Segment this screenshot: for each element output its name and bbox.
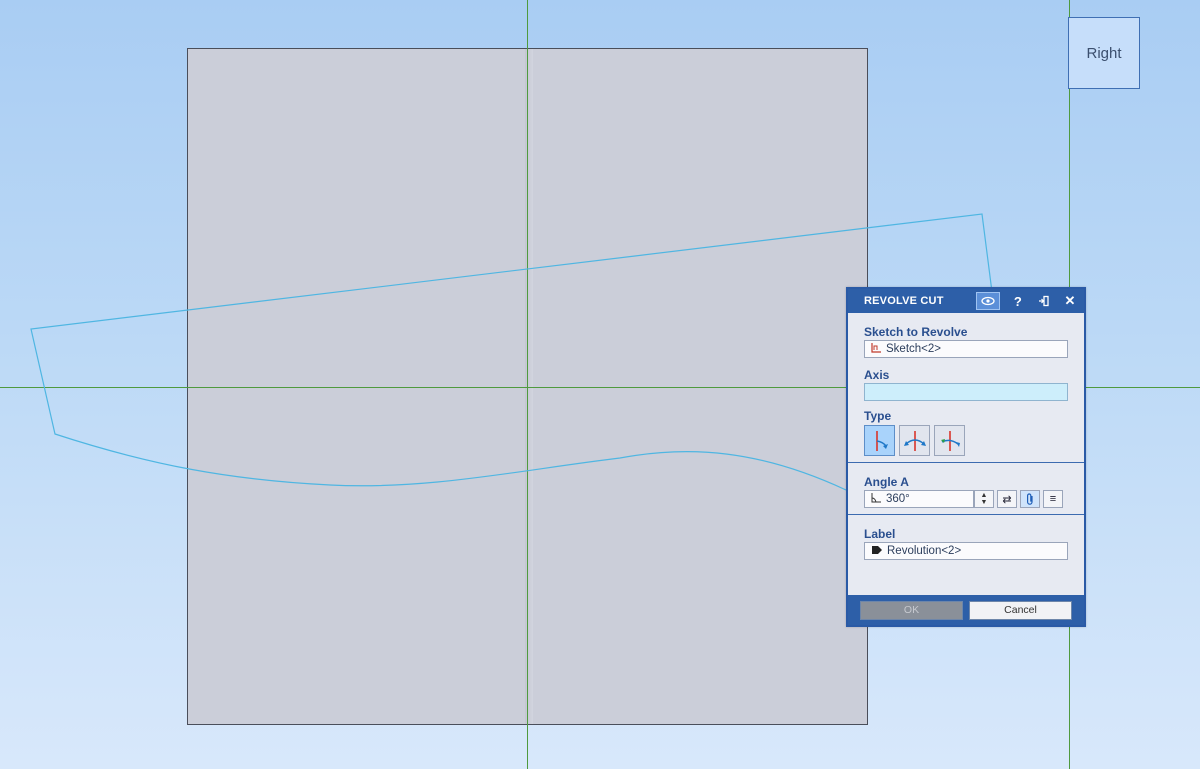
- link-paperclip-icon[interactable]: [1020, 490, 1040, 508]
- revolve-cut-dialog: REVOLVE CUT ? ✕ Sketch to Revolve Sketch…: [846, 287, 1086, 627]
- tag-icon: [871, 545, 882, 558]
- angle-label: Angle A: [864, 475, 909, 489]
- type-symmetric-button[interactable]: [934, 425, 965, 456]
- sketch-icon: [871, 342, 881, 356]
- reverse-direction-icon[interactable]: ⇄: [997, 490, 1017, 508]
- axis-label: Axis: [864, 368, 890, 382]
- angle-input[interactable]: 360°: [864, 490, 974, 508]
- sketch-section: Sketch to Revolve Sketch<2> Axis Type: [848, 313, 1084, 463]
- type-options: [864, 425, 1068, 456]
- dialog-footer: OK Cancel: [848, 595, 1084, 625]
- viewcube-label: Right: [1086, 44, 1122, 62]
- ok-button[interactable]: OK: [860, 600, 963, 620]
- preview-eye-icon[interactable]: [976, 292, 1000, 310]
- cancel-button[interactable]: Cancel: [969, 600, 1072, 620]
- angle-value: 360°: [886, 493, 910, 505]
- angle-section: Angle A 360° ▲ ▼ ⇄ ≡: [848, 463, 1084, 515]
- dialog-header: REVOLVE CUT ? ✕: [848, 289, 1084, 313]
- help-icon[interactable]: ?: [1006, 291, 1030, 311]
- label-section: Label Revolution<2>: [848, 515, 1084, 566]
- type-two-directions-button[interactable]: [899, 425, 930, 456]
- label-field[interactable]: Revolution<2>: [864, 542, 1068, 560]
- close-icon[interactable]: ✕: [1058, 291, 1082, 311]
- label-label: Label: [864, 527, 896, 541]
- type-one-direction-button[interactable]: [864, 425, 895, 456]
- viewcube-right-face[interactable]: Right: [1068, 17, 1140, 89]
- sketch-value: Sketch<2>: [886, 343, 941, 355]
- angle-spinner[interactable]: ▲ ▼: [974, 490, 994, 508]
- pin-icon[interactable]: [1032, 291, 1056, 311]
- type-label: Type: [864, 409, 892, 423]
- menu-lines-icon[interactable]: ≡: [1043, 490, 1063, 508]
- angle-row: 360° ▲ ▼ ⇄ ≡: [864, 490, 1068, 508]
- dialog-title: REVOLVE CUT: [864, 295, 944, 307]
- sketch-label: Sketch to Revolve: [864, 325, 968, 339]
- label-value: Revolution<2>: [887, 545, 962, 557]
- axis-field[interactable]: [864, 383, 1068, 401]
- sketch-field[interactable]: Sketch<2>: [864, 340, 1068, 358]
- angle-icon: [871, 492, 881, 506]
